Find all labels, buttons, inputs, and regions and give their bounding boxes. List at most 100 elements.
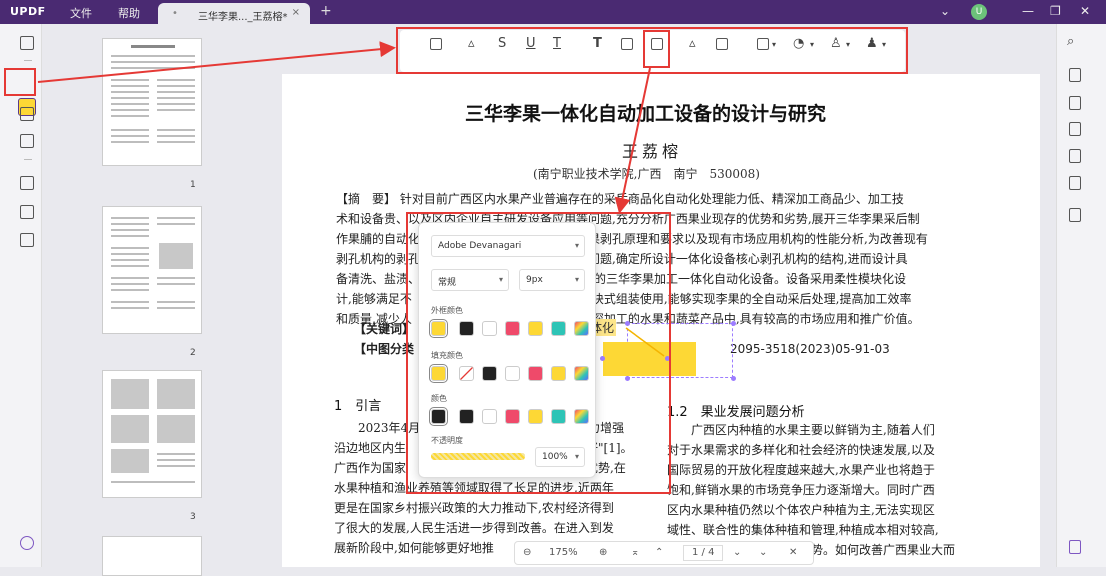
text-swatch-red[interactable]	[505, 409, 520, 424]
form-icon[interactable]	[20, 134, 34, 148]
document-tab[interactable]: • 三华李果..._王荔榕* ×	[158, 3, 310, 24]
share-icon[interactable]	[1069, 149, 1081, 163]
border-swatch-black[interactable]	[459, 321, 474, 336]
save-icon[interactable]	[1069, 208, 1081, 222]
layers-icon[interactable]	[20, 536, 34, 550]
border-swatch-custom[interactable]	[574, 321, 589, 336]
thumb-line	[111, 85, 149, 87]
font-style-select[interactable]: 常规 ▾	[431, 269, 509, 291]
edit-pdf-icon[interactable]	[20, 107, 34, 121]
fill-swatch-black[interactable]	[482, 366, 497, 381]
tab-close-icon[interactable]: ×	[292, 7, 300, 18]
chevron-down-icon[interactable]: ▾	[882, 40, 886, 49]
font-family-select[interactable]: Adobe Devanagari ▾	[431, 235, 585, 257]
fill-swatch-custom[interactable]	[574, 366, 589, 381]
sticker-icon[interactable]: ◔	[793, 36, 804, 51]
ocr-icon[interactable]	[20, 233, 34, 247]
note-icon[interactable]	[430, 38, 442, 50]
organize-pages-icon[interactable]	[20, 176, 34, 190]
underline-icon[interactable]: U	[526, 36, 536, 51]
restore-icon[interactable]: ❐	[1050, 4, 1061, 18]
ai-assistant-icon[interactable]	[1069, 540, 1081, 554]
text-swatch-custom[interactable]	[574, 409, 589, 424]
thumb-line	[111, 301, 149, 303]
resize-handle[interactable]	[625, 376, 630, 381]
chevron-down-icon[interactable]: ▾	[810, 40, 814, 49]
crop-icon[interactable]	[20, 205, 34, 219]
border-swatch-white[interactable]	[482, 321, 497, 336]
font-size-select[interactable]: 9px ▾	[519, 269, 585, 291]
stamp-icon[interactable]: ♙	[830, 36, 842, 51]
chevron-down-icon[interactable]: ▾	[846, 40, 850, 49]
previous-page-icon[interactable]: ⌃	[655, 547, 663, 558]
fill-swatch-red[interactable]	[528, 366, 543, 381]
thumb-line	[157, 465, 195, 467]
zoom-in-icon[interactable]: ⊕	[599, 547, 607, 558]
thumb-line	[157, 223, 195, 225]
textbox-icon[interactable]	[621, 38, 633, 50]
document-code: 2095-3518(2023)05-91-03	[730, 342, 890, 356]
page-thumbnail[interactable]	[102, 536, 202, 576]
squiggly-icon[interactable]: T	[553, 36, 561, 51]
document-affiliation: (南宁职业技术学院,广西 南宁 530008)	[533, 167, 760, 181]
convert-icon[interactable]	[1069, 96, 1081, 110]
search-icon[interactable]: ⌕	[1067, 34, 1074, 49]
fill-swatch-white[interactable]	[505, 366, 520, 381]
page-thumbnail[interactable]	[102, 370, 202, 498]
thumbnail-panel: 1 2 3	[42, 24, 266, 576]
fill-swatch-none[interactable]	[459, 366, 474, 381]
page-indicator[interactable]: 1 / 4	[683, 545, 724, 561]
highlight-icon[interactable]: ▵	[468, 36, 475, 51]
mail-icon[interactable]	[1069, 176, 1081, 190]
menu-help[interactable]: 帮助	[118, 5, 140, 21]
close-navigation-icon[interactable]: ✕	[789, 547, 797, 558]
eraser-icon[interactable]	[716, 38, 728, 50]
page-navigation-bar: ⊖ 175% ⊕ ⌅ ⌃ 1 / 4 ⌄ ⌄ ✕	[514, 541, 814, 565]
zoom-out-icon[interactable]: ⊖	[523, 547, 531, 558]
zoom-level[interactable]: 175%	[549, 547, 578, 558]
minimize-icon[interactable]: —	[1022, 4, 1034, 18]
border-swatch-yellow[interactable]	[528, 321, 543, 336]
text-callout-icon[interactable]	[651, 38, 663, 50]
thumb-line	[157, 109, 195, 111]
avatar[interactable]: U	[971, 4, 987, 20]
text-swatch-teal[interactable]	[551, 409, 566, 424]
last-page-icon[interactable]: ⌄	[759, 547, 767, 558]
print-icon[interactable]	[1069, 68, 1081, 82]
page-thumbnail[interactable]	[102, 38, 202, 166]
protect-icon[interactable]	[1069, 122, 1081, 136]
chevron-down-icon[interactable]: ⌄	[940, 4, 950, 18]
border-swatch-yellow[interactable]	[429, 319, 448, 338]
text-comment-icon[interactable]: T	[593, 36, 602, 51]
close-window-icon[interactable]: ✕	[1080, 4, 1090, 18]
text-swatch-black[interactable]	[459, 409, 474, 424]
resize-handle[interactable]	[731, 321, 736, 326]
opacity-slider[interactable]	[431, 453, 525, 460]
right-toolbar: ⌕	[1056, 24, 1106, 567]
menu-file[interactable]: 文件	[70, 5, 92, 21]
fill-swatch-yellow[interactable]	[429, 364, 448, 383]
text-swatch-yellow[interactable]	[528, 409, 543, 424]
fill-swatch-yellow[interactable]	[551, 366, 566, 381]
new-tab-button[interactable]: +	[320, 3, 332, 19]
reader-icon[interactable]	[20, 36, 34, 50]
resize-handle[interactable]	[731, 376, 736, 381]
pencil-icon[interactable]: ▵	[689, 36, 696, 51]
thumb-line	[111, 235, 149, 237]
text-swatch-white[interactable]	[482, 409, 497, 424]
first-page-icon[interactable]: ⌅	[631, 547, 639, 558]
body-line: 域性、联合性的集体种植和管理,种植成本相对较高,	[667, 523, 939, 537]
page-thumbnail[interactable]	[102, 206, 202, 334]
border-swatch-teal[interactable]	[551, 321, 566, 336]
thumb-line	[111, 247, 149, 249]
chevron-down-icon[interactable]: ▾	[772, 40, 776, 49]
next-page-icon[interactable]: ⌄	[733, 547, 741, 558]
signature-icon[interactable]: ♟	[866, 36, 878, 51]
thumb-line	[157, 459, 195, 461]
resize-handle[interactable]	[600, 356, 605, 361]
shape-icon[interactable]	[757, 38, 769, 50]
text-swatch-black[interactable]	[429, 407, 448, 426]
opacity-select[interactable]: 100% ▾	[535, 447, 585, 467]
strikethrough-icon[interactable]: S	[498, 36, 506, 51]
border-swatch-red[interactable]	[505, 321, 520, 336]
